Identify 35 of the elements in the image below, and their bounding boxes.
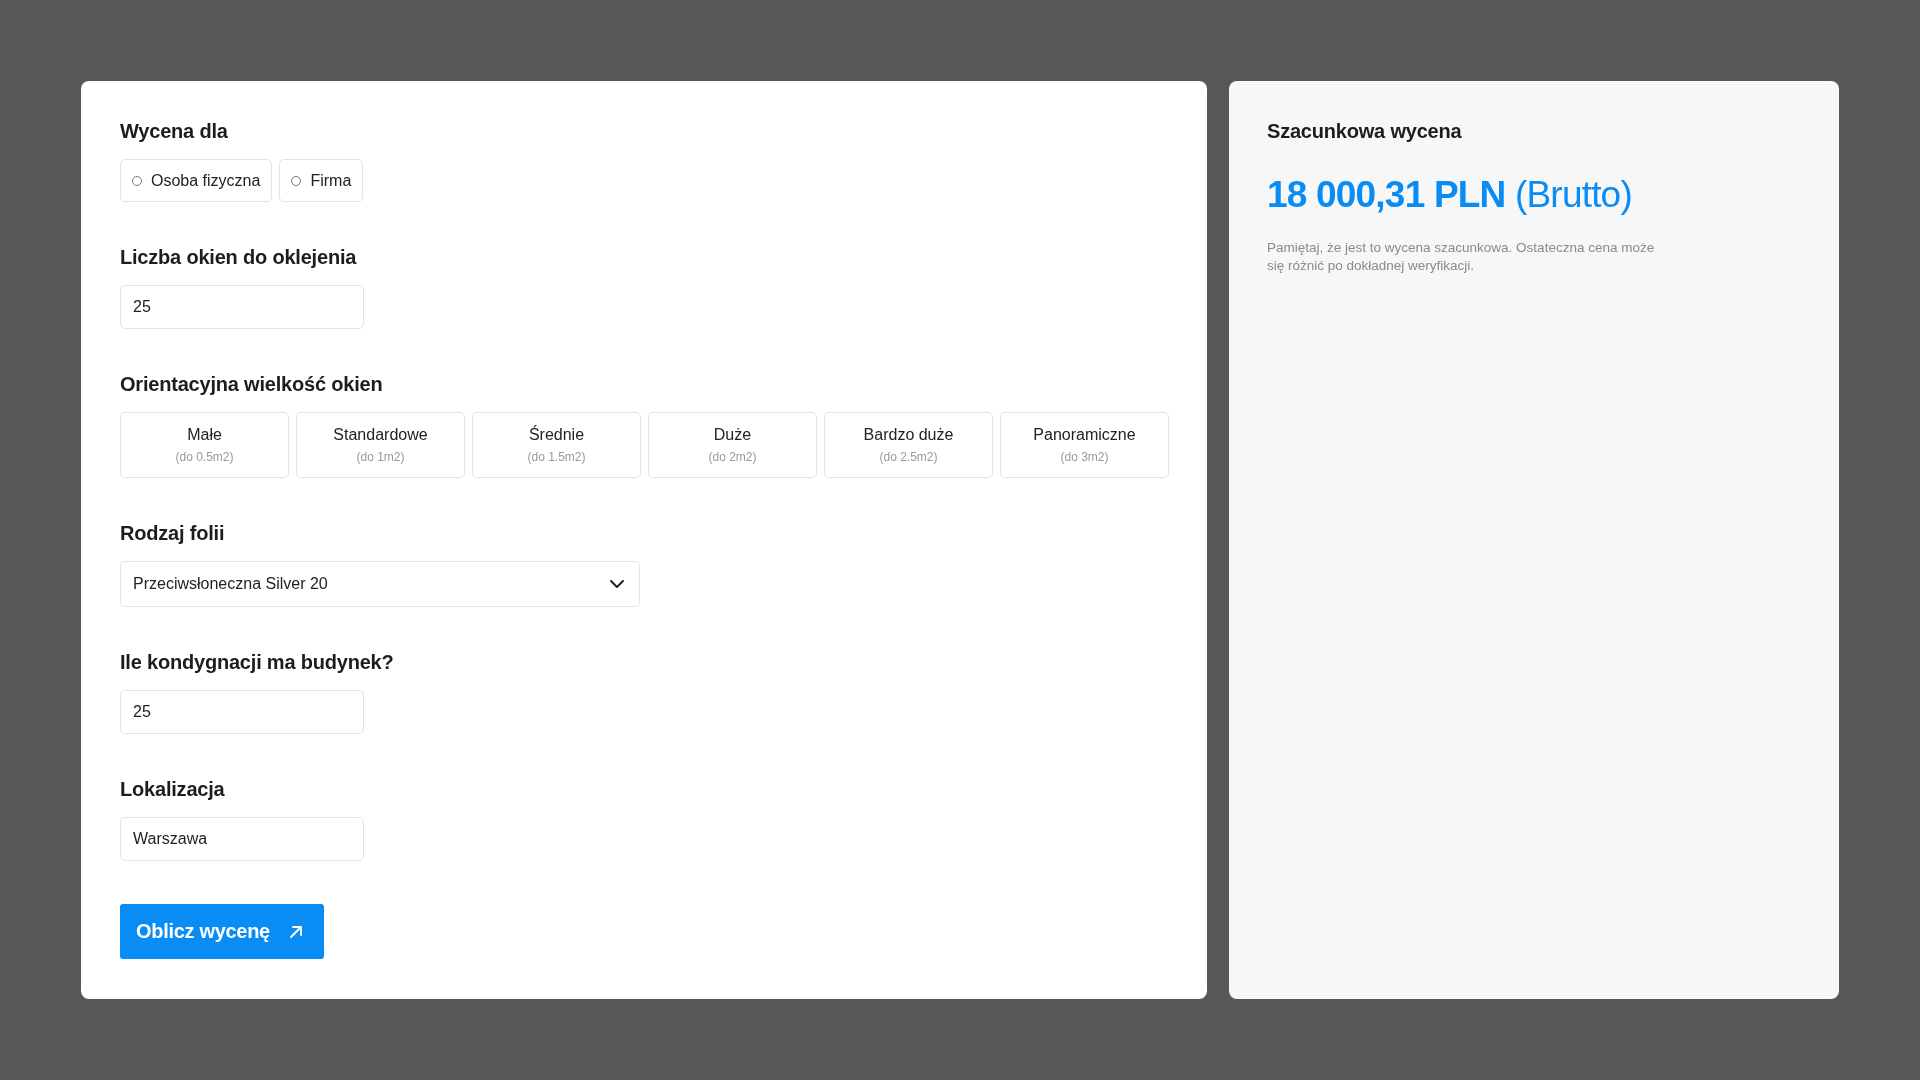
size-name: Średnie [528,426,585,444]
section-title: Orientacyjna wielkość okien [120,372,384,396]
size-name: Duże [713,426,752,444]
radio-option[interactable]: Firma [279,159,364,202]
input-field[interactable]: 25 [120,690,364,734]
size-hint: (do 2m2) [708,450,757,464]
size-option[interactable]: Duże (do 2m2) [648,412,817,478]
size-hint: (do 1m2) [356,450,405,464]
size-name: Standardowe [333,426,428,444]
size-hint: (do 1.5m2) [527,450,586,464]
section-title: Liczba okien do oklejenia [120,245,358,269]
size-hint: (do 3m2) [1060,450,1109,464]
price-amount: 18 000,31 PLN (Brutto) [1267,173,1633,217]
size-option[interactable]: Standardowe (do 1m2) [296,412,465,478]
radio-option[interactable]: Osoba fizyczna [120,159,273,202]
section-title: Wycena dla [120,119,229,143]
section-title: Ile kondygnacji ma budynek? [120,650,394,674]
arrow-up-right-icon [287,923,304,940]
size-hint: (do 0.5m2) [175,450,234,464]
disclaimer-text: Pamiętaj, że jest to wycena szacunkowa. Ostateczna cena może się różnić po dokładnej weryfikacji. [1267,239,1656,275]
input-field[interactable]: Warszawa [120,817,364,861]
chevron-down-icon [609,579,625,589]
size-option[interactable]: Panoramiczne (do 3m2) [1000,412,1169,478]
section-title: Rodzaj folii [120,521,226,545]
result-title: Szacunkowa wycena [1267,119,1463,143]
size-option[interactable]: Średnie (do 1.5m2) [472,412,641,478]
size-name: Bardzo duże [863,426,954,444]
size-option[interactable]: Bardzo duże (do 2.5m2) [824,412,993,478]
section-title: Lokalizacja [120,777,226,801]
select-dropdown[interactable]: Przeciwsłoneczna Silver 20 [120,561,640,607]
size-name: Panoramiczne [1033,426,1136,444]
input-field[interactable]: 25 [120,285,364,329]
size-name: Małe [187,426,222,444]
size-option[interactable]: Małe (do 0.5m2) [120,412,289,478]
size-hint: (do 2.5m2) [879,450,938,464]
